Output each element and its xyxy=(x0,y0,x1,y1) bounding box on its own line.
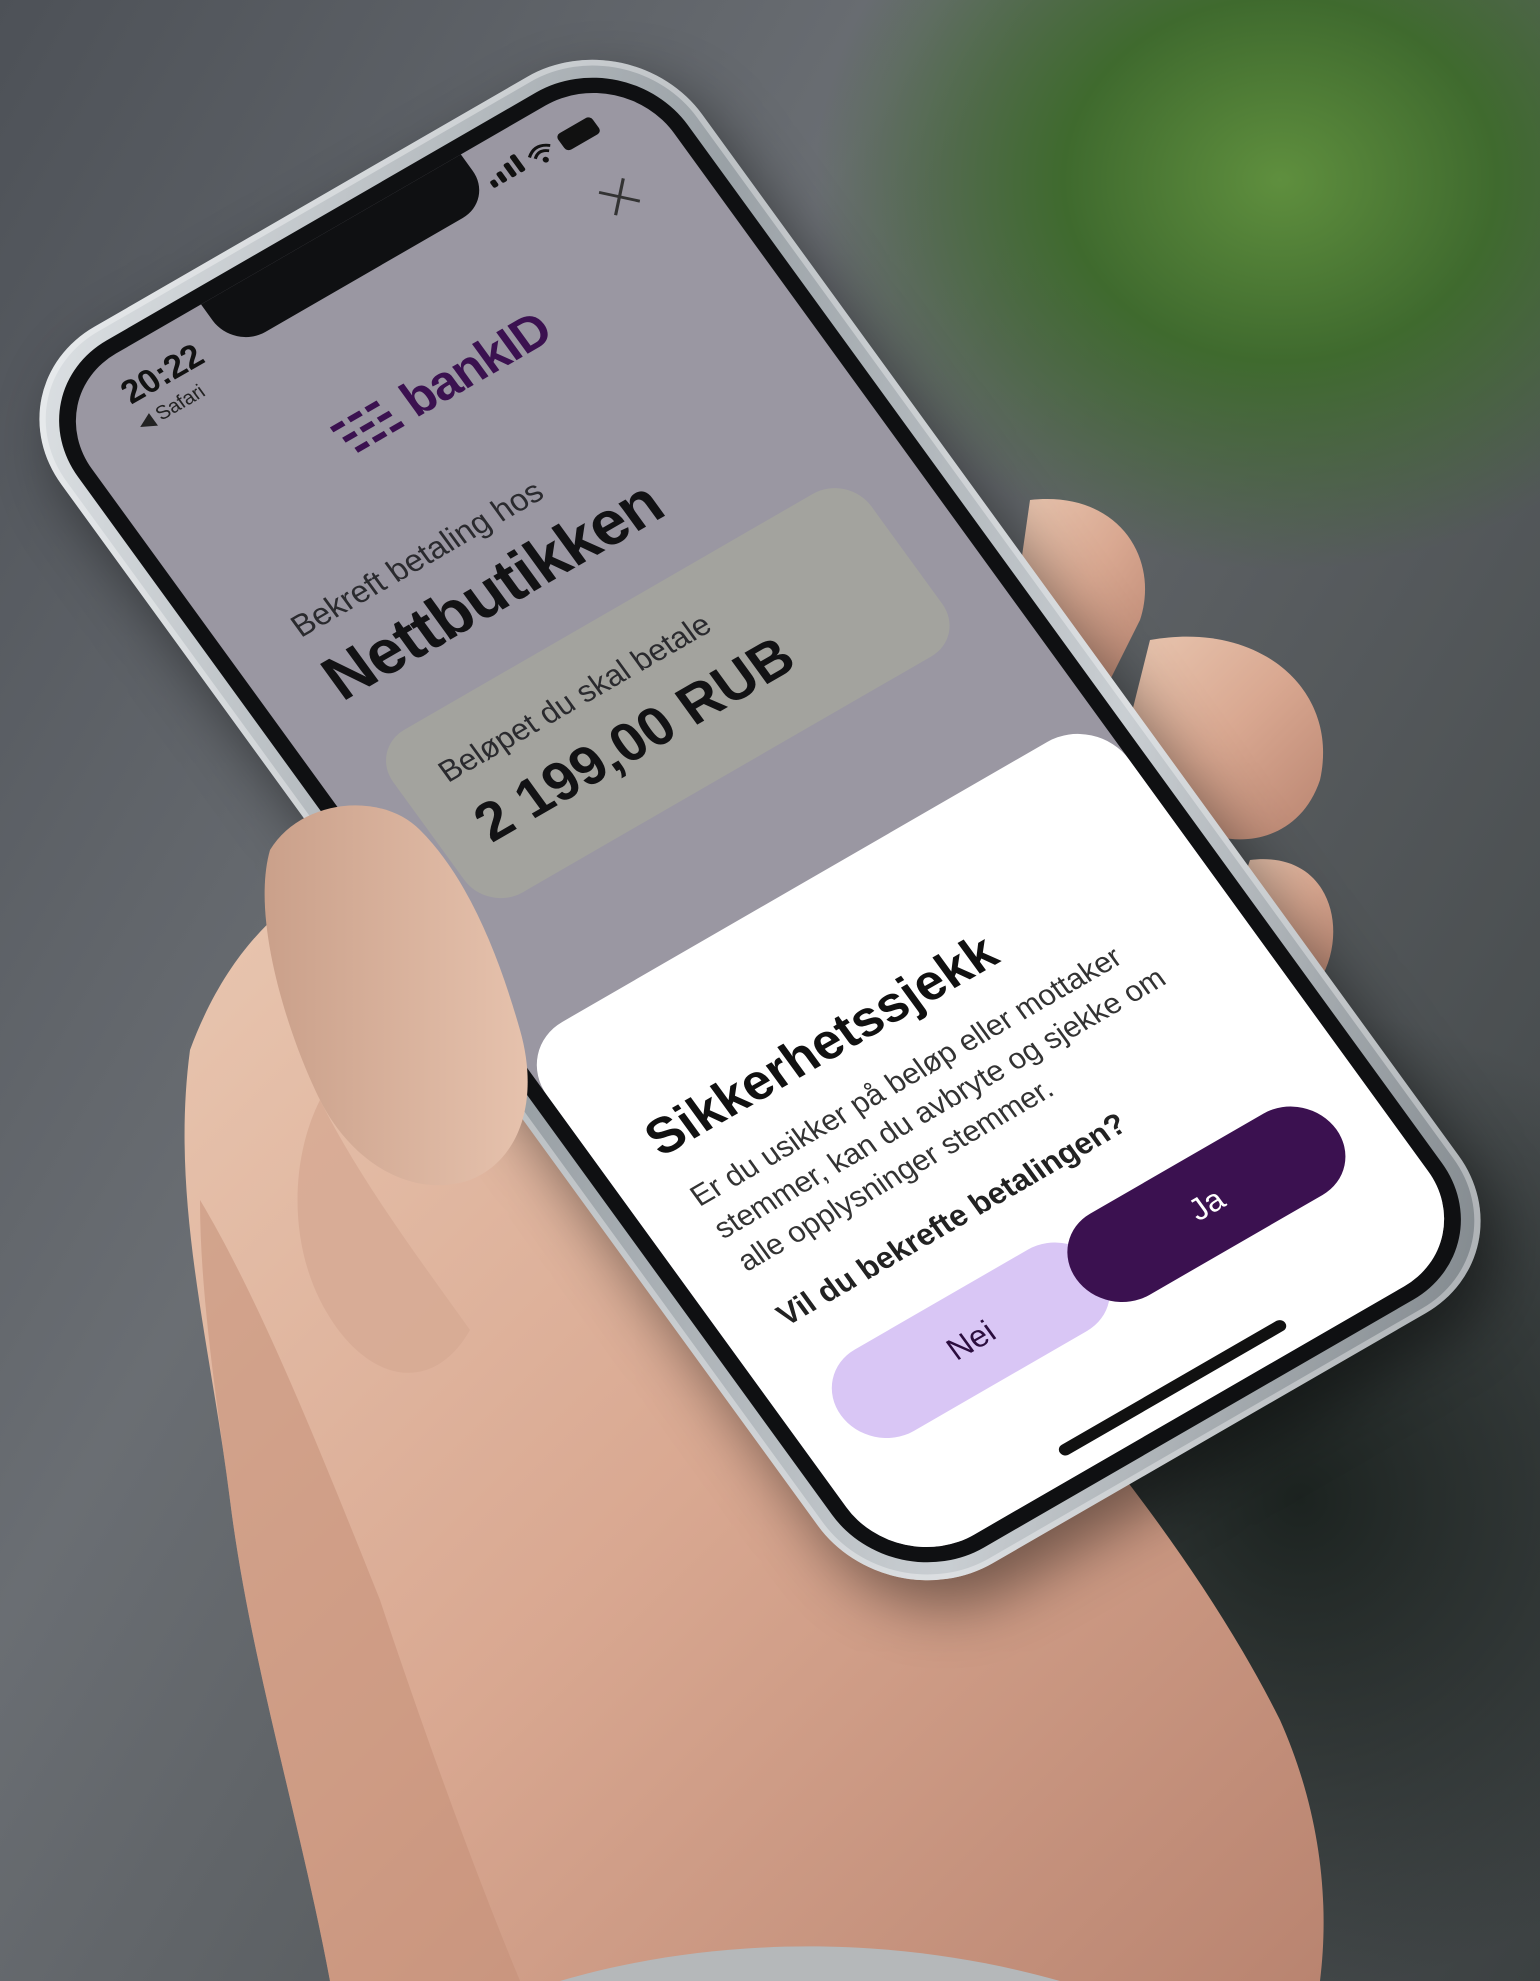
wifi-icon xyxy=(527,143,551,163)
security-check-sheet: Sikkerhetssjekk Er du usikker på beløp e… xyxy=(513,713,1481,1579)
close-icon[interactable] xyxy=(590,171,648,224)
bankid-logo-text: bankID xyxy=(389,301,562,428)
phone-screen: 20:22 ◀ Safari bankID Bekreft betaling h… xyxy=(39,61,1481,1579)
bankid-logo-icon xyxy=(329,400,405,453)
phone: 20:22 ◀ Safari bankID Bekreft betaling h… xyxy=(0,16,1530,1624)
battery-icon xyxy=(555,115,602,152)
signal-icon xyxy=(482,153,529,193)
phone-layer: 20:22 ◀ Safari bankID Bekreft betaling h… xyxy=(0,0,1540,1981)
